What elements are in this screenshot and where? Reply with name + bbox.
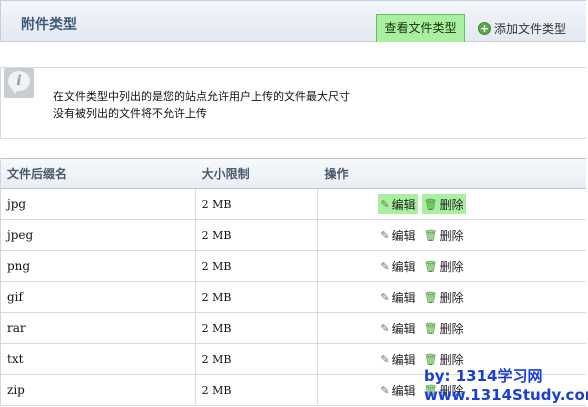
page-header: 附件类型 查看文件类型 + 添加文件类型 xyxy=(0,0,586,42)
watermark-line1: by: 1314学习网 xyxy=(424,367,543,385)
edit-label: 编辑 xyxy=(391,228,416,243)
pencil-icon: ✎ xyxy=(380,197,390,211)
delete-label: 删除 xyxy=(439,197,464,212)
delete-button[interactable]: 🗑 删除 xyxy=(421,194,466,214)
delete-button[interactable]: 🗑 删除 xyxy=(422,318,466,338)
pencil-icon: ✎ xyxy=(380,352,390,366)
cell-extension: gif xyxy=(1,282,196,312)
tab-view-file-types[interactable]: 查看文件类型 xyxy=(376,14,465,42)
edit-label: 编辑 xyxy=(391,321,416,336)
edit-label: 编辑 xyxy=(391,352,416,367)
cell-size-limit: 2 MB xyxy=(196,251,319,281)
trash-icon: 🗑 xyxy=(423,290,438,304)
cell-actions: ✎ 编辑 🗑 删除 xyxy=(318,251,586,281)
cell-actions: ✎ 编辑 🗑 删除 xyxy=(318,220,586,250)
trash-icon: 🗑 xyxy=(423,259,438,273)
edit-button[interactable]: ✎ 编辑 xyxy=(378,318,417,338)
trash-icon: 🗑 xyxy=(423,321,438,335)
delete-label: 删除 xyxy=(439,259,464,274)
delete-button[interactable]: 🗑 删除 xyxy=(422,349,466,369)
table-row: rar 2 MB ✎ 编辑 🗑 删除 xyxy=(1,313,586,344)
cell-size-limit: 2 MB xyxy=(196,282,319,312)
plus-circle-icon: + xyxy=(478,21,491,35)
column-header-extension: 文件后缀名 xyxy=(7,167,68,181)
edit-button[interactable]: ✎ 编辑 xyxy=(378,287,417,307)
info-text-line2: 没有被列出的文件将不允许上传 xyxy=(53,107,207,120)
delete-label: 删除 xyxy=(439,228,464,243)
edit-button[interactable]: ✎ 编辑 xyxy=(378,225,417,245)
cell-size-limit: 2 MB xyxy=(196,189,319,219)
edit-button[interactable]: ✎ 编辑 xyxy=(378,194,418,214)
info-icon: i xyxy=(4,68,34,98)
cell-actions: ✎ 编辑 🗑 删除 xyxy=(318,313,586,343)
delete-button[interactable]: 🗑 删除 xyxy=(422,256,466,276)
pencil-icon: ✎ xyxy=(380,321,390,335)
tab-add-file-type[interactable]: + 添加文件类型 xyxy=(478,20,566,36)
tab-add-label: 添加文件类型 xyxy=(494,21,567,36)
watermark-line2: www.1314Study.com xyxy=(424,386,588,404)
cell-size-limit: 2 MB xyxy=(196,220,319,250)
table-header: 文件后缀名 大小限制 操作 xyxy=(1,158,586,189)
cell-size-limit: 2 MB xyxy=(196,375,319,405)
pencil-icon: ✎ xyxy=(380,228,390,242)
column-header-size-limit: 大小限制 xyxy=(201,167,250,181)
trash-icon: 🗑 xyxy=(423,228,438,242)
info-panel: i 在文件类型中列出的是您的站点允许用户上传的文件最大尺寸 没有被列出的文件将不… xyxy=(0,67,586,139)
watermark: by: 1314学习网 www.1314Study.com xyxy=(424,367,588,405)
edit-button[interactable]: ✎ 编辑 xyxy=(378,349,417,369)
delete-label: 删除 xyxy=(439,352,464,367)
cell-extension: png xyxy=(1,251,196,281)
info-text-line1: 在文件类型中列出的是您的站点允许用户上传的文件最大尺寸 xyxy=(53,90,350,103)
cell-actions: ✎ 编辑 🗑 删除 xyxy=(318,282,586,312)
cell-size-limit: 2 MB xyxy=(196,313,319,343)
delete-label: 删除 xyxy=(439,290,464,305)
cell-extension: jpeg xyxy=(1,220,196,250)
edit-label: 编辑 xyxy=(391,290,416,305)
edit-label: 编辑 xyxy=(391,383,416,398)
edit-label: 编辑 xyxy=(391,259,416,274)
table-row: gif 2 MB ✎ 编辑 🗑 删除 xyxy=(1,282,586,313)
pencil-icon: ✎ xyxy=(380,259,390,273)
table-row: jpeg 2 MB ✎ 编辑 🗑 删除 xyxy=(1,220,586,251)
trash-icon: 🗑 xyxy=(423,352,438,366)
cell-extension: jpg xyxy=(1,189,196,219)
cell-size-limit: 2 MB xyxy=(196,344,319,374)
edit-button[interactable]: ✎ 编辑 xyxy=(378,380,417,400)
cell-actions: ✎ 编辑 🗑 删除 xyxy=(318,189,586,219)
edit-button[interactable]: ✎ 编辑 xyxy=(378,256,417,276)
cell-extension: txt xyxy=(1,344,196,374)
table-row: png 2 MB ✎ 编辑 🗑 删除 xyxy=(1,251,586,282)
cell-extension: rar xyxy=(1,313,196,343)
cell-extension: zip xyxy=(1,375,196,405)
delete-button[interactable]: 🗑 删除 xyxy=(422,287,466,307)
table-row: jpg 2 MB ✎ 编辑 🗑 删除 xyxy=(1,189,586,220)
pencil-icon: ✎ xyxy=(380,383,390,397)
trash-icon: 🗑 xyxy=(423,197,438,211)
page-title: 附件类型 xyxy=(21,17,77,33)
delete-label: 删除 xyxy=(439,321,464,336)
edit-label: 编辑 xyxy=(391,197,416,212)
column-header-actions: 操作 xyxy=(324,167,349,181)
delete-button[interactable]: 🗑 删除 xyxy=(422,225,466,245)
pencil-icon: ✎ xyxy=(380,290,390,304)
